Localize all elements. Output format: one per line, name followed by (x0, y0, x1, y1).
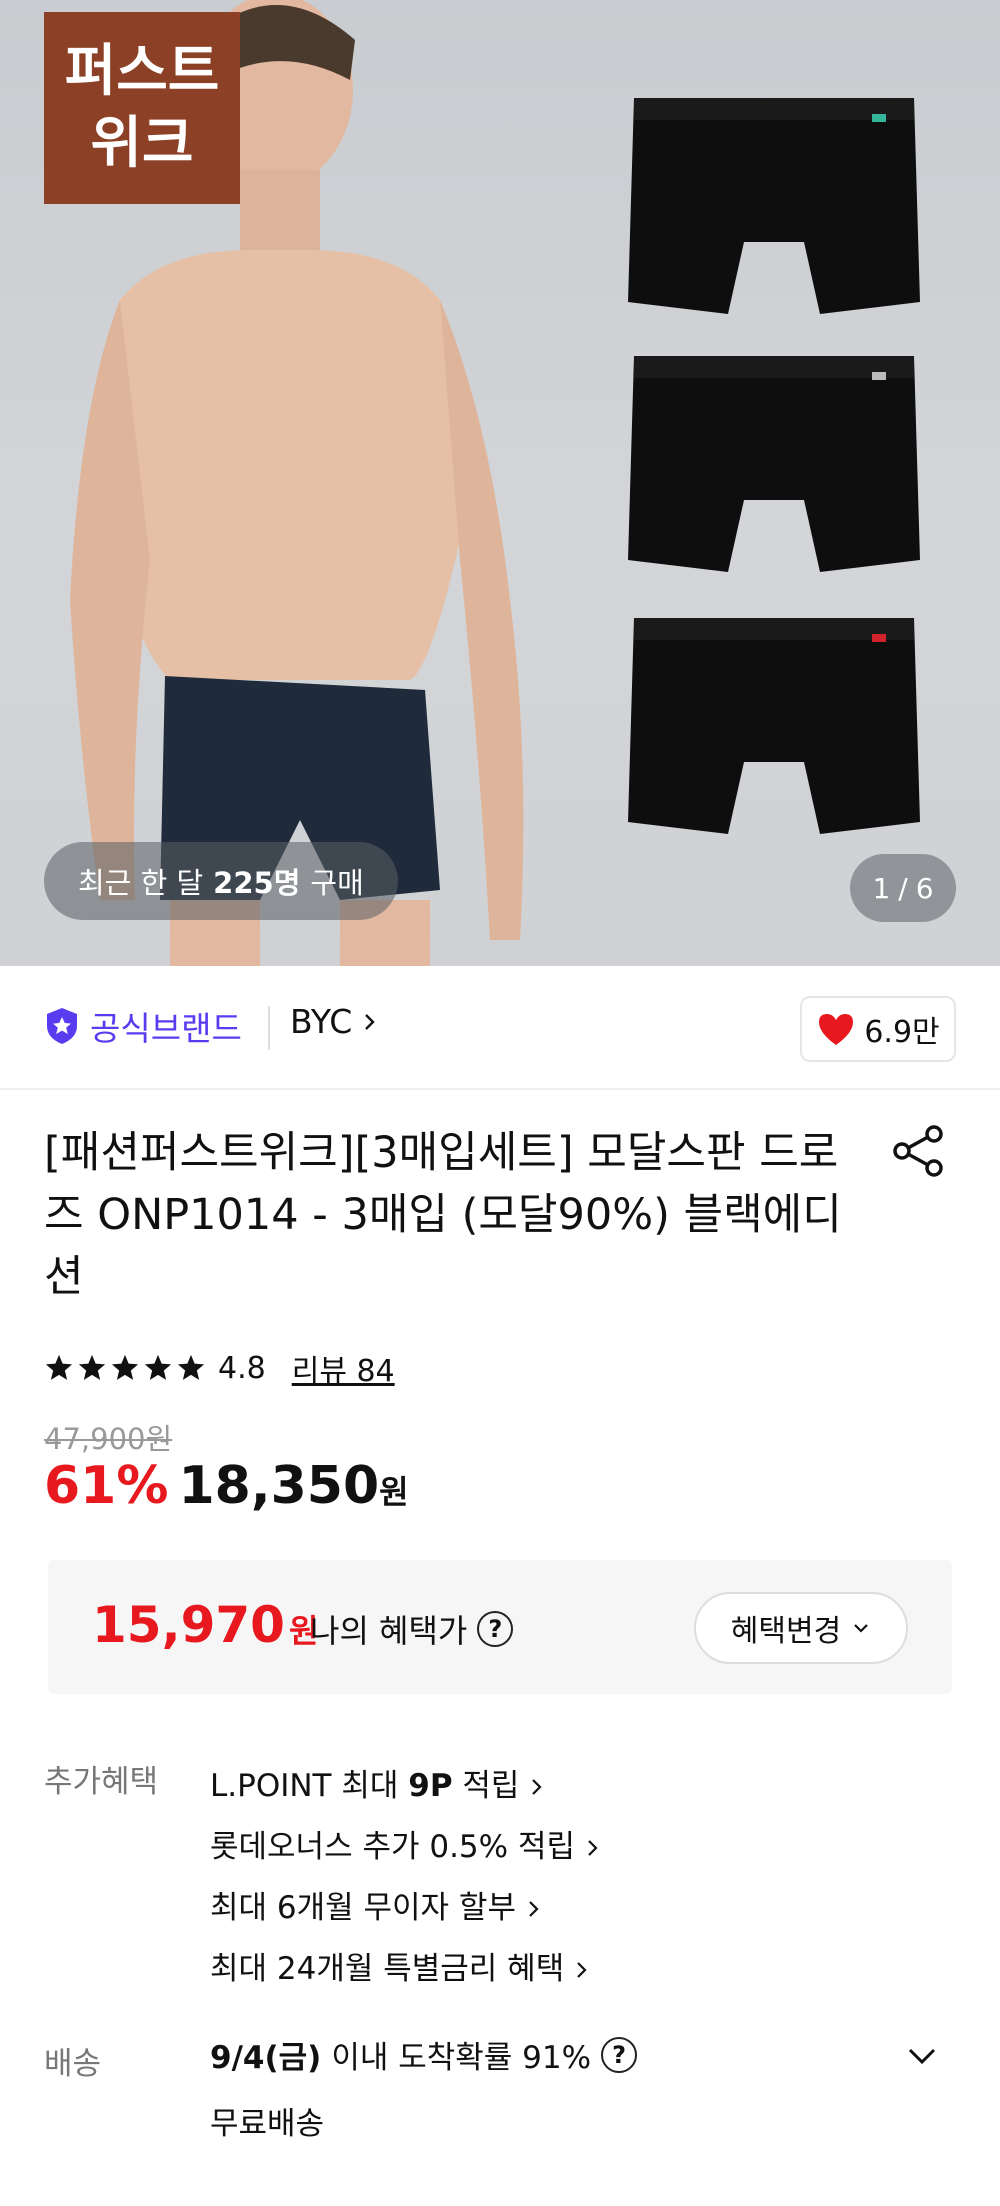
star-icon (144, 1354, 172, 1380)
trunk-image-1 (628, 98, 920, 314)
review-link[interactable]: 리뷰 84 (292, 1346, 395, 1390)
purchase-prefix: 최근 한 달 (78, 866, 204, 900)
official-brand-badge: 공식브랜드 (44, 1002, 242, 1050)
badge-line-1: 퍼스트 (64, 39, 220, 104)
change-benefit-label: 혜택변경 (730, 1614, 842, 1649)
first-week-badge: 퍼스트 위크 (44, 12, 240, 204)
official-brand-label: 공식브랜드 (90, 1009, 242, 1048)
change-benefit-button[interactable]: 혜택변경 (694, 1592, 908, 1664)
recent-purchase-pill: 최근 한 달 225명 구매 (44, 842, 398, 920)
benefit-price: 15,970 원 (92, 1596, 318, 1654)
brand-link[interactable]: BYC (290, 1002, 380, 1041)
extra-benefit-item[interactable]: 롯데오너스 추가 0.5% 적립 (210, 1817, 603, 1878)
price-row: 61% 18,350원 (44, 1456, 409, 1516)
extra-item-suffix: 적립 (452, 1768, 520, 1804)
discount-rate: 61% (44, 1456, 169, 1516)
extra-item-text: 최대 6개월 무이자 할부 (210, 1890, 516, 1926)
trunk-image-2 (628, 356, 920, 572)
shipping-fee: 무료배송 (210, 2106, 325, 2142)
benefit-amount: 15,970 (92, 1596, 285, 1654)
trunk-image-3 (628, 618, 920, 834)
heart-icon (819, 1014, 854, 1045)
page-total: 6 (915, 871, 934, 905)
star-icon (111, 1354, 139, 1380)
extra-item-text: 롯데오너스 추가 0.5% 적립 (210, 1829, 575, 1865)
badge-line-2: 위크 (90, 111, 194, 176)
star-icon (177, 1354, 205, 1380)
help-icon[interactable]: ? (477, 1611, 514, 1647)
sale-price: 18,350 (178, 1456, 380, 1516)
purchase-count: 225명 (213, 866, 301, 900)
chevron-right-icon (588, 1839, 598, 1856)
extra-benefit-list: L.POINT 최대 9P 적립 롯데오너스 추가 0.5% 적립 최대 6개월… (210, 1756, 603, 2000)
extra-benefit-label: 추가혜택 (44, 1764, 159, 1800)
product-image-carousel[interactable]: 퍼스트 위크 최근 한 달 225명 구매 1 / 6 (0, 0, 1000, 966)
star-icon (45, 1354, 73, 1380)
benefit-price-box: 15,970 원 나의 혜택가 ? 혜택변경 (48, 1560, 952, 1694)
brand-name: BYC (290, 1002, 353, 1041)
purchase-suffix: 구매 (310, 866, 364, 900)
shipping-label: 배송 (44, 2046, 102, 2082)
shipping-date: 9/4(금) (210, 2040, 322, 2076)
extra-item-text: L.POINT 최대 (210, 1768, 409, 1804)
chevron-right-icon (577, 1961, 587, 1978)
extra-benefit-item[interactable]: 최대 24개월 특별금리 혜택 (210, 1939, 603, 2000)
rating-value: 4.8 (218, 1350, 266, 1386)
page-current: 1 (872, 871, 891, 905)
like-button[interactable]: 6.9만 (800, 996, 956, 1062)
benefit-label: 나의 혜택가 (310, 1612, 468, 1650)
extra-item-text: 최대 24개월 특별금리 혜택 (210, 1951, 565, 1987)
star-icon (78, 1354, 106, 1380)
star-rating (44, 1353, 206, 1383)
shipping-probability: 이내 도착확률 91% (331, 2040, 592, 2076)
page-separator: / (898, 871, 908, 905)
shipping-estimate: 9/4(금) 이내 도착확률 91% ? (210, 2032, 638, 2077)
extra-benefit-item[interactable]: 최대 6개월 무이자 할부 (210, 1878, 603, 1939)
chevron-down-icon[interactable] (902, 2036, 942, 2076)
help-icon[interactable]: ? (601, 2036, 638, 2073)
brand-row: 공식브랜드 BYC 6.9만 (0, 966, 1000, 1090)
chevron-down-icon (854, 1624, 868, 1633)
share-icon[interactable] (890, 1122, 948, 1180)
original-price: 47,900원 (44, 1422, 173, 1456)
product-title: [패션퍼스트위크][3매입세트] 모달스판 드로즈 ONP1014 - 3매입 … (44, 1128, 842, 1302)
like-count: 6.9만 (864, 1015, 940, 1050)
chevron-right-icon (365, 1013, 375, 1030)
extra-item-bold: 9P (408, 1768, 453, 1804)
benefit-label-group[interactable]: 나의 혜택가 ? (310, 1606, 514, 1652)
extra-benefit-item[interactable]: L.POINT 최대 9P 적립 (210, 1756, 603, 1817)
image-page-indicator: 1 / 6 (850, 854, 956, 922)
chevron-right-icon (529, 1900, 539, 1917)
rating-row: 4.8 리뷰 84 (44, 1346, 395, 1390)
official-shield-icon (47, 1008, 77, 1044)
sale-price-unit: 원 (379, 1473, 409, 1511)
brand-divider (268, 1006, 270, 1050)
chevron-right-icon (532, 1778, 543, 1795)
